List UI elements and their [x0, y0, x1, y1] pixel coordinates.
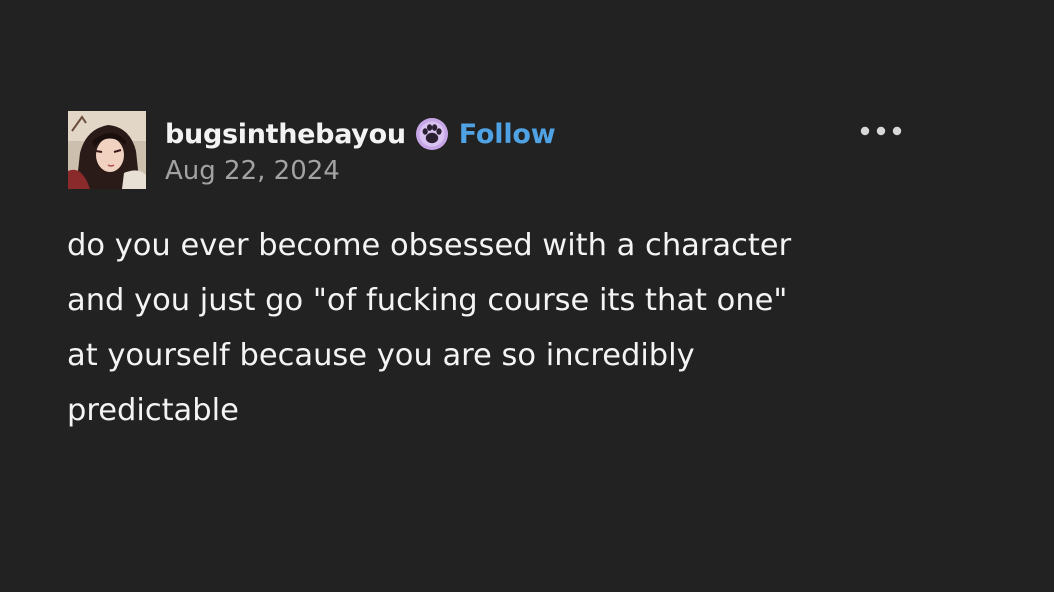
author-row: bugsinthebayou Follow [165, 114, 556, 154]
post-body-text: do you ever become obsessed with a chara… [67, 228, 792, 428]
post-header: bugsinthebayou Follow Aug 22, 2024 [165, 112, 925, 192]
avatar[interactable] [68, 111, 146, 189]
avatar-image [68, 111, 146, 189]
follow-button[interactable]: Follow [459, 119, 556, 150]
more-options-button[interactable] [855, 119, 907, 143]
author-username[interactable]: bugsinthebayou [165, 119, 406, 150]
paw-badge-icon [415, 117, 449, 151]
more-options-icon [860, 126, 902, 136]
post-card: bugsinthebayou Follow Aug 22, 2024 do yo… [0, 0, 1054, 592]
post-date: Aug 22, 2024 [165, 156, 340, 186]
